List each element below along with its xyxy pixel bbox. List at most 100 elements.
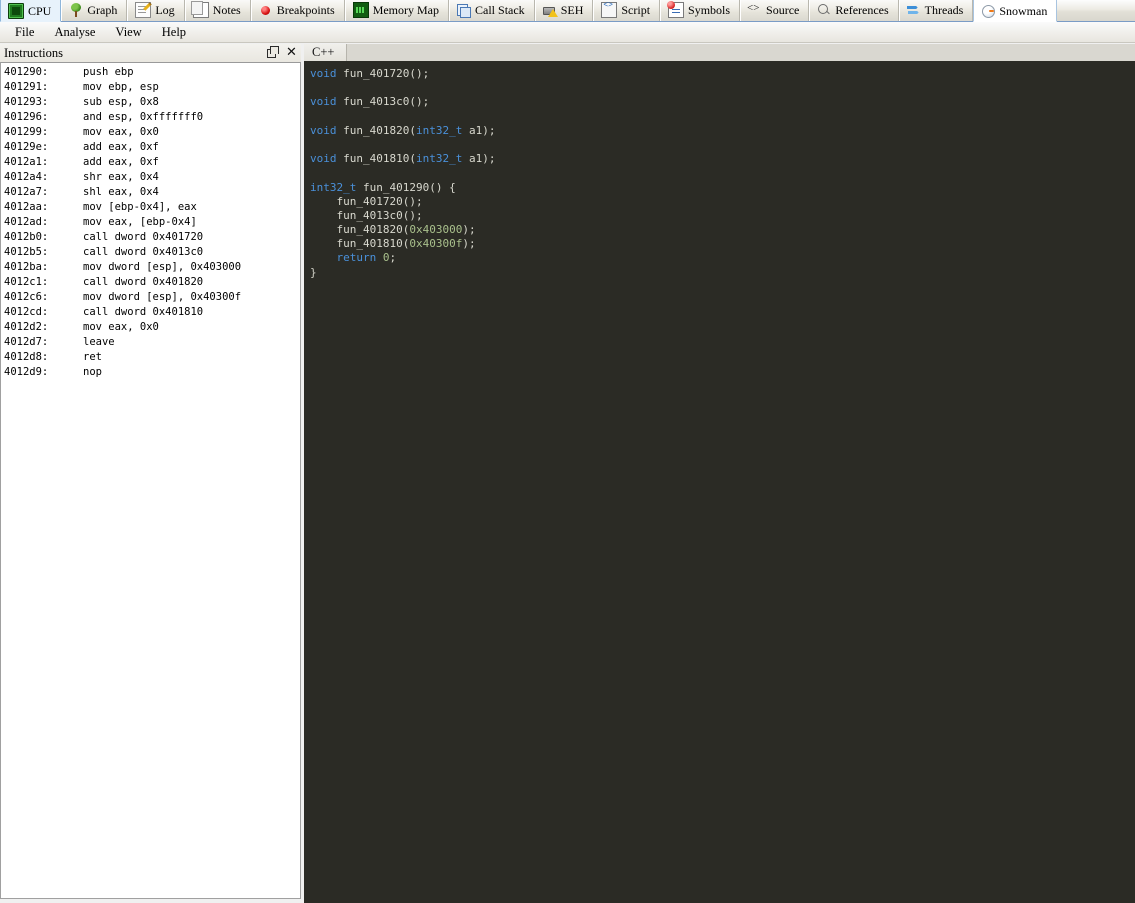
- instruction-row[interactable]: 4012aa: mov [ebp-0x4], eax: [1, 200, 300, 215]
- instruction-mnemonic: nop: [83, 366, 102, 378]
- instruction-address: 4012b0:: [4, 231, 49, 243]
- instruction-mnemonic: leave: [83, 336, 115, 348]
- instruction-row[interactable]: 4012b0: call dword 0x401720: [1, 230, 300, 245]
- tab-references[interactable]: References: [809, 0, 899, 21]
- instruction-row[interactable]: 4012cd: call dword 0x401810: [1, 305, 300, 320]
- symbols-icon: [667, 1, 685, 18]
- instruction-mnemonic: mov dword [esp], 0x403000: [83, 261, 242, 273]
- instruction-address: 4012d8:: [4, 351, 49, 363]
- magnifier-icon: [817, 3, 831, 17]
- instructions-title-bar: Instructions ✕: [0, 44, 301, 62]
- code-line: return 0;: [310, 251, 1135, 265]
- tab-call-stack[interactable]: Call Stack: [449, 0, 535, 21]
- menu-item-file[interactable]: File: [5, 23, 44, 41]
- code-token-id: ;: [389, 251, 397, 265]
- tab-memory-map[interactable]: Memory Map: [344, 0, 450, 21]
- code-token-id: fun_401290() {: [362, 180, 456, 194]
- code-line: void fun_401820(int32_t a1);: [310, 124, 1135, 138]
- tab-seh[interactable]: SEH: [534, 0, 594, 21]
- tab-source[interactable]: Source: [740, 0, 810, 21]
- instruction-row[interactable]: 4012ba: mov dword [esp], 0x403000: [1, 260, 300, 275]
- instruction-row[interactable]: 401299: mov eax, 0x0: [1, 125, 300, 140]
- tab-label: Snowman: [999, 3, 1048, 18]
- instruction-row[interactable]: 4012ad: mov eax, [ebp-0x4]: [1, 215, 300, 230]
- instruction-row[interactable]: 401290: push ebp: [1, 65, 300, 80]
- cpp-code-view[interactable]: void fun_401720(); void fun_4013c0(); vo…: [304, 61, 1135, 903]
- instruction-address: 4012cd:: [4, 306, 49, 318]
- tab-label: Call Stack: [475, 3, 525, 17]
- code-line: void fun_4013c0();: [310, 95, 1135, 109]
- decompiler-panel: C++ void fun_401720(); void fun_4013c0()…: [304, 44, 1135, 903]
- instruction-mnemonic: push ebp: [83, 66, 134, 78]
- tab-snowman[interactable]: Snowman: [973, 0, 1058, 22]
- instruction-mnemonic: mov eax, [ebp-0x4]: [83, 216, 197, 228]
- code-line: int32_t fun_401290() {: [310, 181, 1135, 195]
- instruction-mnemonic: mov dword [esp], 0x40300f: [83, 291, 242, 303]
- code-line: fun_401810(0x40300f);: [310, 237, 1135, 251]
- code-token-punc: }: [310, 265, 317, 279]
- instructions-panel: Instructions ✕ 401290: push ebp 401291: mov…: [0, 44, 301, 899]
- instruction-row[interactable]: 4012d2: mov eax, 0x0: [1, 320, 300, 335]
- threads-arrows-icon: [907, 3, 921, 17]
- instruction-mnemonic: and esp, 0xfffffff0: [83, 111, 204, 123]
- instruction-address: 4012b5:: [4, 246, 49, 258]
- instruction-mnemonic: call dword 0x401810: [83, 306, 204, 318]
- tab-cpu[interactable]: CPU: [0, 0, 62, 22]
- code-token-id: fun_401810(: [310, 237, 410, 251]
- code-line: }: [310, 266, 1135, 280]
- code-token-id: );: [462, 237, 476, 251]
- code-token-id: a1);: [468, 123, 496, 137]
- tab-graph[interactable]: Graph: [61, 0, 128, 21]
- tab-cpp[interactable]: C++: [304, 44, 348, 61]
- float-restore-icon[interactable]: [267, 46, 279, 58]
- code-token-kw: void: [310, 67, 344, 80]
- instruction-row[interactable]: 401293: sub esp, 0x8: [1, 95, 300, 110]
- instruction-row[interactable]: 4012a1: add eax, 0xf: [1, 155, 300, 170]
- close-icon[interactable]: ✕: [286, 45, 297, 58]
- instruction-address: 4012d7:: [4, 336, 49, 348]
- tab-notes[interactable]: Notes: [184, 0, 251, 21]
- notes-icon: [190, 1, 209, 18]
- instruction-row[interactable]: 4012d8: ret: [1, 350, 300, 365]
- tab-threads[interactable]: Threads: [898, 0, 974, 21]
- tab-symbols[interactable]: Symbols: [660, 0, 741, 21]
- instruction-row[interactable]: 4012a4: shr eax, 0x4: [1, 170, 300, 185]
- stack-icon: [457, 3, 472, 18]
- tab-label: Breakpoints: [276, 3, 335, 17]
- instruction-mnemonic: mov ebp, esp: [83, 81, 159, 93]
- instruction-row[interactable]: 4012c6: mov dword [esp], 0x40300f: [1, 290, 300, 305]
- instruction-mnemonic: shr eax, 0x4: [83, 171, 159, 183]
- tab-breakpoints[interactable]: Breakpoints: [250, 0, 345, 21]
- instruction-row[interactable]: 4012a7: shl eax, 0x4: [1, 185, 300, 200]
- instruction-address: 4012d2:: [4, 321, 49, 333]
- code-token-id: a1);: [468, 152, 496, 166]
- code-token-id: [310, 251, 337, 264]
- menu-item-view[interactable]: View: [105, 23, 151, 41]
- tab-label: Threads: [924, 3, 964, 17]
- tab-label: SEH: [560, 3, 584, 17]
- instruction-row[interactable]: 4012b5: call dword 0x4013c0: [1, 245, 300, 260]
- instruction-address: 4012a4:: [4, 171, 49, 183]
- instruction-row[interactable]: 4012d7: leave: [1, 335, 300, 350]
- tab-log[interactable]: Log: [127, 0, 185, 21]
- instructions-panel-title: Instructions: [4, 46, 64, 60]
- instruction-row[interactable]: 401291: mov ebp, esp: [1, 80, 300, 95]
- tab-label: Memory Map: [372, 3, 440, 17]
- tab-script[interactable]: Script: [593, 0, 661, 21]
- instruction-row[interactable]: 40129e: add eax, 0xf: [1, 140, 300, 155]
- instruction-row[interactable]: 4012d9: nop: [1, 365, 300, 380]
- instructions-list[interactable]: 401290: push ebp 401291: mov ebp, esp 401293…: [0, 62, 301, 899]
- tab-label: CPU: [28, 3, 52, 18]
- instruction-address: 401299:: [4, 126, 49, 138]
- tab-label: Symbols: [688, 3, 731, 17]
- instruction-row[interactable]: 401296: and esp, 0xfffffff0: [1, 110, 300, 125]
- menu-item-help[interactable]: Help: [152, 23, 196, 41]
- instruction-address: 4012d9:: [4, 366, 49, 378]
- code-token-kw: void: [310, 152, 344, 166]
- instruction-row[interactable]: 4012c1: call dword 0x401820: [1, 275, 300, 290]
- seh-warning-icon: [542, 3, 558, 17]
- code-token-id: fun_4013c0();: [343, 95, 430, 109]
- menu-item-analyse[interactable]: Analyse: [44, 23, 105, 41]
